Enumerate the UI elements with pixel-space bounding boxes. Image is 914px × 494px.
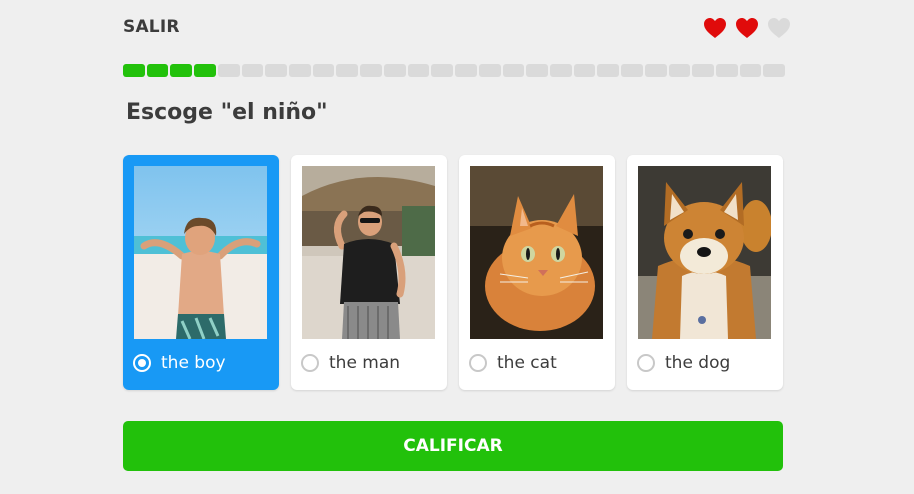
progress-segment-pending bbox=[383, 64, 406, 77]
progress-segment-pending bbox=[217, 64, 240, 77]
progress-segment-pending bbox=[312, 64, 335, 77]
progress-segment-pending bbox=[241, 64, 264, 77]
radio-button[interactable] bbox=[637, 354, 655, 372]
progress-segment-pending bbox=[739, 64, 762, 77]
option-label: the dog bbox=[665, 353, 731, 373]
progress-segment-pending bbox=[549, 64, 572, 77]
progress-segment-pending bbox=[526, 64, 548, 77]
option-card-cat[interactable]: the cat bbox=[459, 155, 615, 390]
progress-segment-pending bbox=[597, 64, 620, 77]
progress-segment-pending bbox=[265, 64, 288, 77]
progress-segment-pending bbox=[763, 64, 786, 77]
heart-empty-icon bbox=[768, 18, 790, 38]
progress-segment-pending bbox=[573, 64, 596, 77]
option-card-man[interactable]: the man bbox=[291, 155, 447, 390]
progress-segment-pending bbox=[692, 64, 714, 77]
boy-at-beach-photo bbox=[134, 166, 267, 339]
progress-segment-pending bbox=[360, 64, 382, 77]
man-waving-photo bbox=[302, 166, 435, 339]
lives-hearts bbox=[703, 17, 791, 39]
progress-segment-pending bbox=[336, 64, 359, 77]
heart-full-icon bbox=[736, 18, 758, 38]
progress-segment-complete bbox=[170, 64, 193, 77]
lesson-progress-bar bbox=[123, 64, 786, 77]
progress-segment-complete bbox=[123, 64, 145, 77]
progress-segment-pending bbox=[478, 64, 501, 77]
heart-full-icon bbox=[704, 18, 726, 38]
progress-segment-pending bbox=[621, 64, 643, 77]
radio-button[interactable] bbox=[301, 354, 319, 372]
option-label: the boy bbox=[161, 353, 226, 373]
progress-segment-pending bbox=[455, 64, 477, 77]
exit-button[interactable]: SALIR bbox=[123, 17, 180, 37]
progress-segment-pending bbox=[715, 64, 738, 77]
check-answer-button[interactable]: CALIFICAR bbox=[123, 421, 783, 471]
progress-segment-complete bbox=[194, 64, 216, 77]
progress-segment-pending bbox=[407, 64, 430, 77]
progress-segment-pending bbox=[644, 64, 667, 77]
answer-options: the boy the man the cat the dog bbox=[123, 155, 783, 390]
radio-button[interactable] bbox=[469, 354, 487, 372]
progress-segment-pending bbox=[431, 64, 454, 77]
radio-button[interactable] bbox=[133, 354, 151, 372]
shiba-dog-photo bbox=[638, 166, 771, 339]
progress-segment-pending bbox=[502, 64, 525, 77]
option-label: the cat bbox=[497, 353, 557, 373]
progress-segment-pending bbox=[668, 64, 691, 77]
option-card-boy[interactable]: the boy bbox=[123, 155, 279, 390]
progress-segment-pending bbox=[289, 64, 311, 77]
orange-cat-photo bbox=[470, 166, 603, 339]
question-prompt: Escoge "el niño" bbox=[126, 100, 328, 125]
progress-segment-complete bbox=[146, 64, 169, 77]
option-label: the man bbox=[329, 353, 401, 373]
option-card-dog[interactable]: the dog bbox=[627, 155, 783, 390]
